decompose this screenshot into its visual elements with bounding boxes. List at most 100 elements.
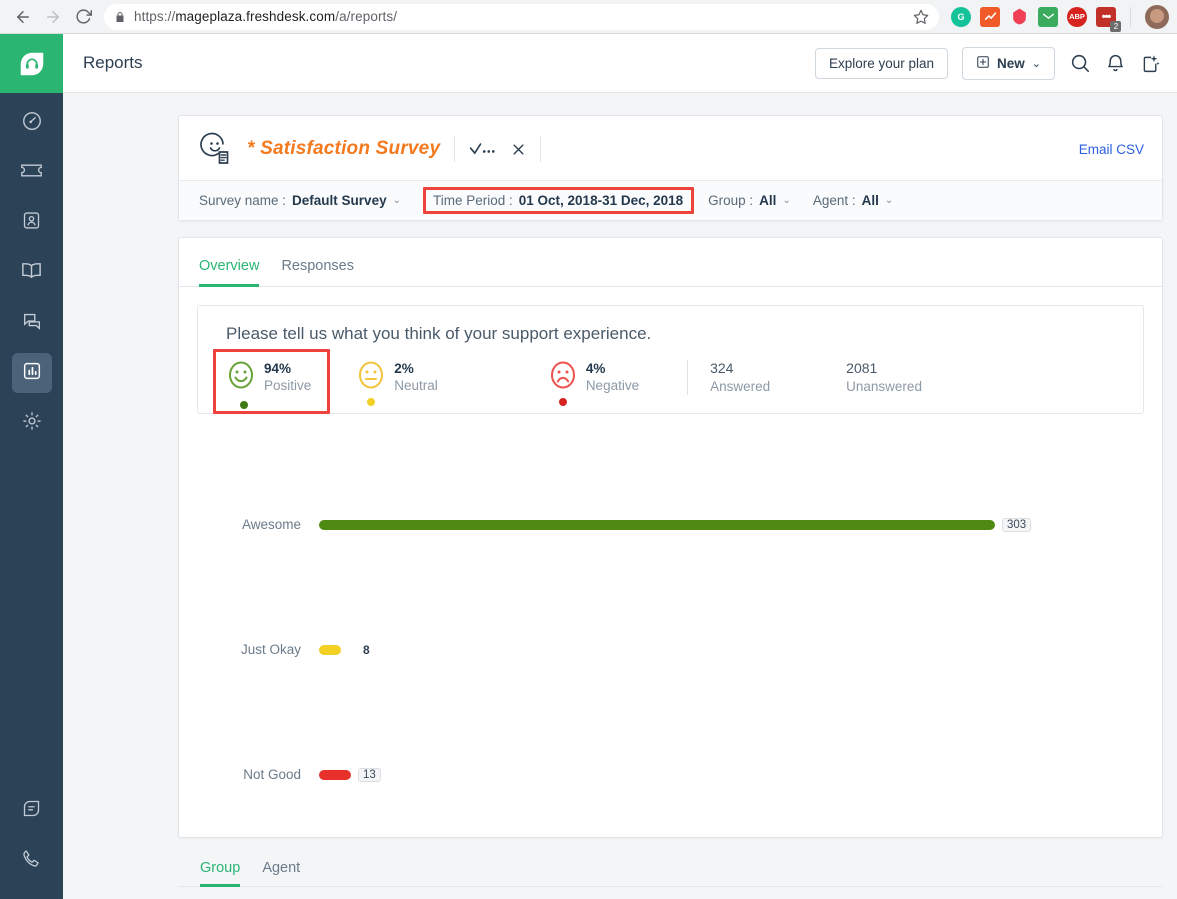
bar-track: 303: [319, 517, 1144, 532]
bar-row: Just Okay 8: [187, 587, 1144, 712]
legend-dot: [558, 398, 567, 406]
avatar[interactable]: [1145, 4, 1169, 29]
new-label: New: [997, 55, 1025, 71]
sidebar: [0, 34, 63, 899]
ticket-icon: [20, 159, 43, 187]
filter-value: Default Survey: [292, 193, 387, 208]
grammarly-extension-icon[interactable]: G: [951, 6, 971, 27]
tab-overview[interactable]: Overview: [199, 258, 260, 287]
survey-header: * Satisfaction Survey Email CSV: [179, 116, 1162, 180]
explore-plan-label: Explore your plan: [828, 55, 935, 71]
smiley-document-icon: [199, 132, 233, 166]
topbar-actions: Explore your plan New ⌄: [814, 46, 1161, 80]
headset-logo-icon[interactable]: [0, 34, 63, 93]
new-button[interactable]: New ⌄: [962, 46, 1055, 80]
bar-category-label: Just Okay: [240, 642, 301, 658]
filter-agent[interactable]: Agent : All ⌄: [813, 193, 893, 208]
divider: [454, 136, 456, 162]
survey-header-card: * Satisfaction Survey Email CSV Survey n…: [178, 115, 1163, 221]
chevron-down-icon: ⌄: [1031, 57, 1041, 70]
tab-agent[interactable]: Agent: [262, 860, 300, 887]
filter-value: All: [861, 193, 879, 208]
sidebar-item-reports[interactable]: [11, 353, 52, 393]
explore-plan-button[interactable]: Explore your plan: [814, 47, 949, 79]
sidebar-item-phone[interactable]: [12, 841, 52, 881]
divider: [540, 136, 542, 162]
question-text: Please tell us what you think of your su…: [226, 324, 652, 343]
stat-label: Positive: [264, 378, 312, 394]
main-content: Reports Explore your plan New ⌄ * Satisf…: [63, 34, 1177, 899]
chevron-down-icon: ⌄: [782, 194, 791, 206]
sidebar-item-tickets[interactable]: [12, 153, 52, 193]
sparkle-icon[interactable]: [1140, 53, 1161, 74]
bar-category-label: Not Good: [243, 767, 301, 783]
speedometer-icon: [21, 110, 43, 137]
stat-label: Negative: [585, 378, 640, 394]
filter-survey-name[interactable]: Survey name : Default Survey ⌄: [199, 193, 401, 208]
filter-time-period[interactable]: Time Period : 01 Oct, 2018-31 Dec, 2018: [422, 187, 695, 214]
bar-track: 8: [319, 643, 1144, 657]
scroll-region: * Satisfaction Survey Email CSV Survey n…: [63, 93, 1177, 899]
browser-toolbar: https://mageplaza.freshdesk.com/a/report…: [0, 0, 1177, 34]
bar-row: Not Good 13: [187, 712, 1144, 837]
lock-icon: [114, 11, 126, 23]
star-icon[interactable]: [905, 9, 929, 25]
bar-value: 8: [363, 642, 370, 657]
bar-value: 303: [1002, 517, 1032, 532]
answered-count: 324 Answered: [687, 360, 770, 396]
sidebar-item-solutions[interactable]: [12, 253, 52, 293]
check-ellipsis-icon[interactable]: [469, 141, 497, 157]
filter-group[interactable]: Group : All ⌄: [708, 193, 791, 208]
url-path: /a/reports/: [335, 9, 398, 24]
sidebar-item-admin[interactable]: [12, 403, 52, 443]
contact-card-icon: [21, 210, 42, 236]
bell-icon[interactable]: [1105, 53, 1126, 74]
sidebar-item-chat[interactable]: [12, 791, 52, 831]
tab-group[interactable]: Group: [200, 860, 241, 888]
email-csv-link[interactable]: Email CSV: [1079, 142, 1144, 157]
sidebar-item-forums[interactable]: [12, 303, 52, 343]
filter-label: Agent :: [812, 193, 856, 208]
question-box: Please tell us what you think of your su…: [197, 305, 1144, 415]
breakdown-tabs: Group Agent: [178, 854, 1163, 888]
stat-negative: 4% Negative: [548, 360, 640, 406]
analytics-extension-icon[interactable]: [980, 6, 1000, 27]
mail-checker-extension-icon[interactable]: [1038, 6, 1058, 27]
address-bar[interactable]: https://mageplaza.freshdesk.com/a/report…: [104, 3, 939, 30]
bar-track: 13: [319, 767, 1144, 782]
toolbar-divider: [1130, 6, 1131, 27]
back-arrow-icon[interactable]: [8, 2, 38, 32]
forward-arrow-icon[interactable]: [38, 2, 68, 32]
extension-badge: 2: [1110, 20, 1121, 32]
search-icon[interactable]: [1069, 52, 1091, 74]
reload-icon[interactable]: [68, 2, 98, 32]
stat-text: 2% Neutral: [394, 360, 438, 395]
chat-bubbles-icon: [21, 310, 43, 337]
stat-neutral: 2% Neutral: [356, 360, 438, 406]
sidebar-item-dashboard[interactable]: [12, 103, 52, 143]
adblock-plus-extension-icon[interactable]: ABP: [1067, 6, 1087, 27]
book-icon: [20, 259, 43, 287]
pocket-extension-icon[interactable]: [1009, 7, 1029, 27]
app-root: Reports Explore your plan New ⌄ * Satisf…: [0, 34, 1177, 899]
stats-row: 94% Positive 2% Neutral 4% Negative 324 …: [213, 349, 1123, 414]
report-tabs: Overview Responses: [179, 238, 1162, 287]
legend-dot: [240, 401, 248, 409]
tab-responses[interactable]: Responses: [281, 258, 354, 287]
extension-icons: G ABP ••• 2: [951, 4, 1169, 32]
filter-value: All: [759, 193, 777, 208]
notes-extension-icon[interactable]: ••• 2: [1096, 6, 1121, 32]
sidebar-item-contacts[interactable]: [12, 203, 52, 243]
smiley-sad-icon: [548, 360, 578, 390]
bar-fill: [319, 644, 341, 655]
filter-label: Time Period :: [432, 193, 513, 208]
unanswered-count: 2081 Unanswered: [824, 360, 922, 395]
bar-row: Awesome 303: [187, 462, 1144, 587]
close-x-icon[interactable]: [511, 142, 526, 157]
smiley-happy-icon: [226, 360, 256, 390]
stat-label: Neutral: [394, 378, 438, 394]
filter-label: Group :: [708, 193, 754, 208]
plus-box-icon: [976, 55, 990, 72]
response-bar-chart: Awesome 303 Just Okay 8 Not Good 13: [179, 414, 1162, 837]
filter-value: 01 Oct, 2018-31 Dec, 2018: [518, 193, 684, 208]
